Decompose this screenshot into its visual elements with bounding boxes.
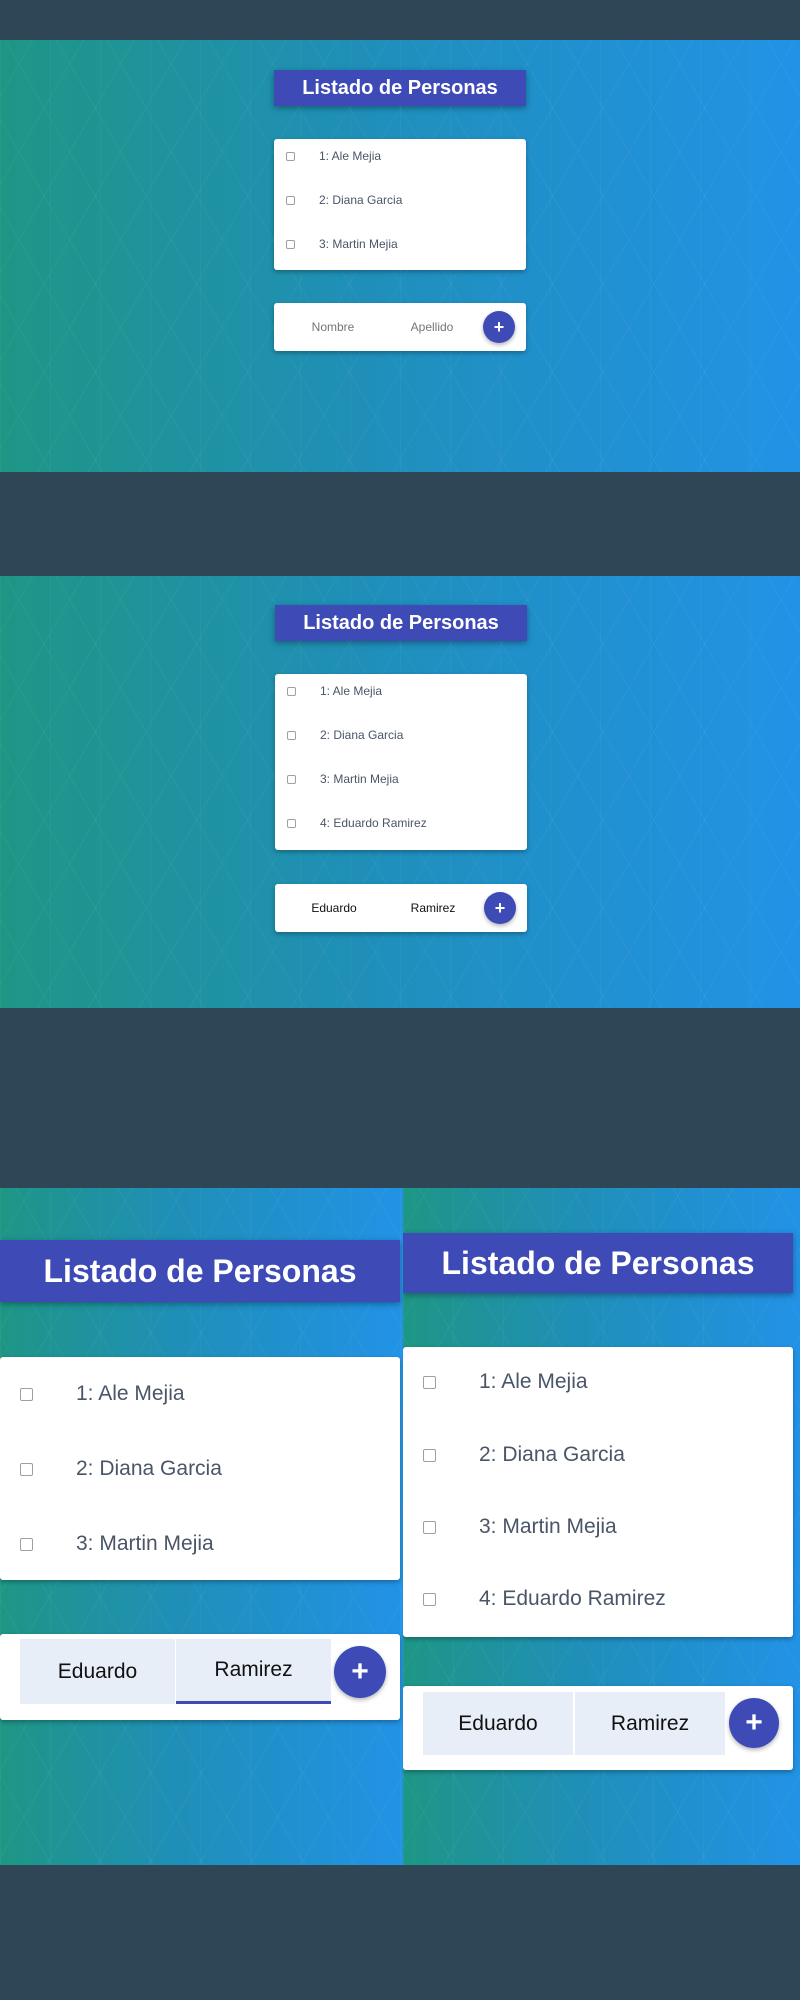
checkbox-icon[interactable] <box>287 730 296 740</box>
checkbox-icon[interactable] <box>20 1462 33 1476</box>
add-person-button[interactable]: + <box>334 1646 386 1698</box>
checkbox-icon[interactable] <box>286 151 295 161</box>
checkbox-icon[interactable] <box>286 239 295 249</box>
person-list: 1: Ale Mejia 2: Diana Garcia 3: Martin M… <box>403 1347 793 1637</box>
add-person-button[interactable]: + <box>483 311 515 343</box>
person-label: 2: Diana Garcia <box>320 728 404 742</box>
checkbox-icon[interactable] <box>423 1448 436 1462</box>
list-item[interactable]: 4: Eduardo Ramirez <box>423 1584 666 1614</box>
apellido-input[interactable]: Ramirez <box>575 1692 725 1755</box>
list-item[interactable]: 1: Ale Mejia <box>20 1379 185 1409</box>
add-person-form: Eduardo Ramirez + <box>403 1686 793 1770</box>
screenshot-panel-zoom-after: Listado de Personas 1: Ale Mejia 2: Dian… <box>403 1188 800 1865</box>
list-item[interactable]: 3: Martin Mejia <box>287 769 399 789</box>
plus-icon: + <box>494 897 506 918</box>
checkbox-icon[interactable] <box>287 774 296 784</box>
list-item[interactable]: 3: Martin Mejia <box>286 234 398 254</box>
checkbox-icon[interactable] <box>423 1592 436 1606</box>
nombre-input[interactable]: Eduardo <box>20 1639 175 1704</box>
list-item[interactable]: 4: Eduardo Ramirez <box>287 813 427 833</box>
person-list: 1: Ale Mejia 2: Diana Garcia 3: Martin M… <box>275 674 527 850</box>
person-label: 2: Diana Garcia <box>319 193 403 207</box>
nombre-input[interactable]: Nombre <box>283 312 383 342</box>
add-person-form: Eduardo Ramirez + <box>0 1634 400 1720</box>
person-label: 3: Martin Mejia <box>320 772 399 786</box>
checkbox-icon[interactable] <box>423 1375 436 1389</box>
list-item[interactable]: 2: Diana Garcia <box>423 1440 625 1470</box>
apellido-input[interactable]: Ramirez <box>176 1639 331 1704</box>
person-label: 1: Ale Mejia <box>76 1382 185 1405</box>
nombre-input[interactable]: Eduardo <box>423 1692 573 1755</box>
checkbox-icon[interactable] <box>20 1387 33 1401</box>
screenshot-panel-initial: Listado de Personas 1: Ale Mejia 2: Dian… <box>0 40 800 472</box>
list-item[interactable]: 3: Martin Mejia <box>423 1512 617 1542</box>
list-item[interactable]: 1: Ale Mejia <box>287 681 382 701</box>
plus-icon: + <box>745 1706 763 1739</box>
add-person-form: Nombre Apellido + <box>274 303 526 351</box>
person-label: 4: Eduardo Ramirez <box>479 1587 666 1610</box>
page-title: Listado de Personas <box>403 1233 793 1293</box>
person-list: 1: Ale Mejia 2: Diana Garcia 3: Martin M… <box>274 139 526 270</box>
apellido-input[interactable]: Apellido <box>382 312 482 342</box>
person-label: 2: Diana Garcia <box>479 1443 625 1466</box>
list-item[interactable]: 2: Diana Garcia <box>287 725 403 745</box>
person-label: 3: Martin Mejia <box>479 1515 617 1538</box>
checkbox-icon[interactable] <box>423 1520 436 1534</box>
person-label: 2: Diana Garcia <box>76 1457 222 1480</box>
page-title: Listado de Personas <box>275 605 527 641</box>
person-list: 1: Ale Mejia 2: Diana Garcia 3: Martin M… <box>0 1357 400 1580</box>
checkbox-icon[interactable] <box>287 818 296 828</box>
plus-icon: + <box>493 316 505 337</box>
apellido-input[interactable]: Ramirez <box>383 893 483 923</box>
person-label: 1: Ale Mejia <box>319 149 382 163</box>
person-label: 3: Martin Mejia <box>319 237 398 251</box>
list-item[interactable]: 1: Ale Mejia <box>286 146 381 166</box>
list-item[interactable]: 3: Martin Mejia <box>20 1529 214 1559</box>
person-label: 1: Ale Mejia <box>320 684 383 698</box>
person-label: 1: Ale Mejia <box>479 1370 588 1393</box>
screenshot-panel-zoom-before: Listado de Personas 1: Ale Mejia 2: Dian… <box>0 1188 403 1865</box>
add-person-button[interactable]: + <box>729 1698 779 1748</box>
nombre-input[interactable]: Eduardo <box>284 893 384 923</box>
list-item[interactable]: 2: Diana Garcia <box>286 190 402 210</box>
screenshot-panel-added: Listado de Personas 1: Ale Mejia 2: Dian… <box>0 576 800 1008</box>
list-item[interactable]: 1: Ale Mejia <box>423 1367 588 1397</box>
plus-icon: + <box>351 1655 369 1688</box>
checkbox-icon[interactable] <box>286 195 295 205</box>
checkbox-icon[interactable] <box>287 686 296 696</box>
add-person-form: Eduardo Ramirez + <box>275 884 527 932</box>
page-title: Listado de Personas <box>274 70 526 106</box>
person-label: 3: Martin Mejia <box>76 1532 214 1555</box>
person-label: 4: Eduardo Ramirez <box>320 816 427 830</box>
checkbox-icon[interactable] <box>20 1537 33 1551</box>
page-title: Listado de Personas <box>0 1240 400 1302</box>
add-person-button[interactable]: + <box>484 892 516 924</box>
list-item[interactable]: 2: Diana Garcia <box>20 1454 222 1484</box>
